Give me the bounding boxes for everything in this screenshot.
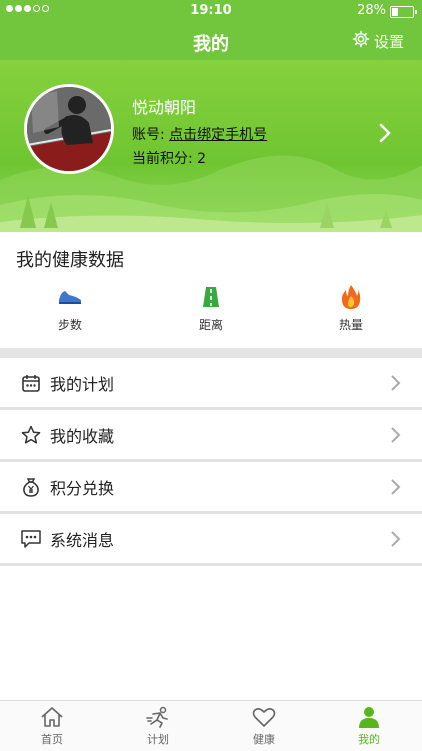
home-icon — [12, 705, 92, 729]
road-icon — [171, 284, 251, 310]
tab-bar: 首页 计划 健康 我的 — [0, 700, 422, 751]
menu-item-label: 我的计划 — [50, 374, 115, 394]
points-line: 当前积分: 2 — [132, 148, 206, 168]
runner-icon — [118, 705, 198, 729]
tab-health[interactable]: 健康 — [224, 705, 304, 747]
tab-plan-label: 计划 — [147, 733, 169, 746]
flame-icon — [311, 284, 391, 310]
settings-label: 设置 — [373, 32, 404, 51]
menu-item-my-plan[interactable]: 我的计划 — [0, 358, 422, 410]
chevron-right-icon — [378, 122, 392, 148]
tab-mine[interactable]: 我的 — [329, 705, 409, 747]
chevron-right-icon — [390, 426, 402, 448]
metric-steps-label: 步数 — [57, 318, 82, 332]
profile-card[interactable]: 悦动朝阳 账号: 点击绑定手机号 当前积分: 2 — [0, 60, 422, 232]
bind-phone-link[interactable]: 点击绑定手机号 — [169, 127, 267, 143]
nav-bar: 我的 设置 — [0, 22, 422, 60]
chevron-right-icon — [390, 530, 402, 552]
shoe-icon — [30, 284, 110, 310]
tab-mine-label: 我的 — [358, 733, 380, 746]
menu-item-label: 积分兑换 — [50, 478, 115, 498]
health-metrics: 步数 距离 热量 — [0, 284, 422, 340]
menu-list: 我的计划 我的收藏 积分兑换 系统消息 — [0, 358, 422, 566]
message-icon — [20, 528, 42, 550]
menu-item-label: 系统消息 — [50, 530, 115, 550]
health-data-title: 我的健康数据 — [16, 250, 124, 271]
menu-item-label: 我的收藏 — [50, 426, 115, 446]
calendar-icon — [20, 372, 42, 394]
tab-health-label: 健康 — [253, 733, 275, 746]
points-value: 2 — [197, 151, 207, 167]
chevron-right-icon — [390, 374, 402, 396]
star-icon — [20, 424, 42, 446]
status-bar: 19:10 28% — [0, 0, 422, 22]
chevron-right-icon — [390, 478, 402, 500]
menu-item-favorites[interactable]: 我的收藏 — [0, 410, 422, 462]
metric-calories[interactable]: 热量 — [311, 284, 391, 333]
points-label: 当前积分: — [132, 151, 193, 167]
money-bag-icon — [20, 476, 42, 498]
settings-button[interactable]: 设置 — [352, 30, 404, 52]
account-label: 账号: — [132, 127, 165, 143]
section-divider — [0, 348, 422, 358]
tab-home-label: 首页 — [41, 733, 63, 746]
menu-item-points-exchange[interactable]: 积分兑换 — [0, 462, 422, 514]
tab-plan[interactable]: 计划 — [118, 705, 198, 747]
tab-home[interactable]: 首页 — [12, 705, 92, 747]
metric-distance-label: 距离 — [198, 318, 223, 332]
user-name: 悦动朝阳 — [132, 98, 197, 117]
metric-distance[interactable]: 距离 — [171, 284, 251, 333]
menu-item-system-messages[interactable]: 系统消息 — [0, 514, 422, 566]
metric-calories-label: 热量 — [338, 318, 363, 332]
person-icon — [329, 705, 409, 729]
metric-steps[interactable]: 步数 — [30, 284, 110, 333]
gear-icon — [352, 30, 370, 52]
heart-icon — [224, 705, 304, 729]
battery-percent: 28% — [357, 3, 386, 18]
account-line: 账号: 点击绑定手机号 — [132, 124, 267, 144]
avatar[interactable] — [24, 84, 114, 174]
battery-icon — [390, 6, 417, 18]
